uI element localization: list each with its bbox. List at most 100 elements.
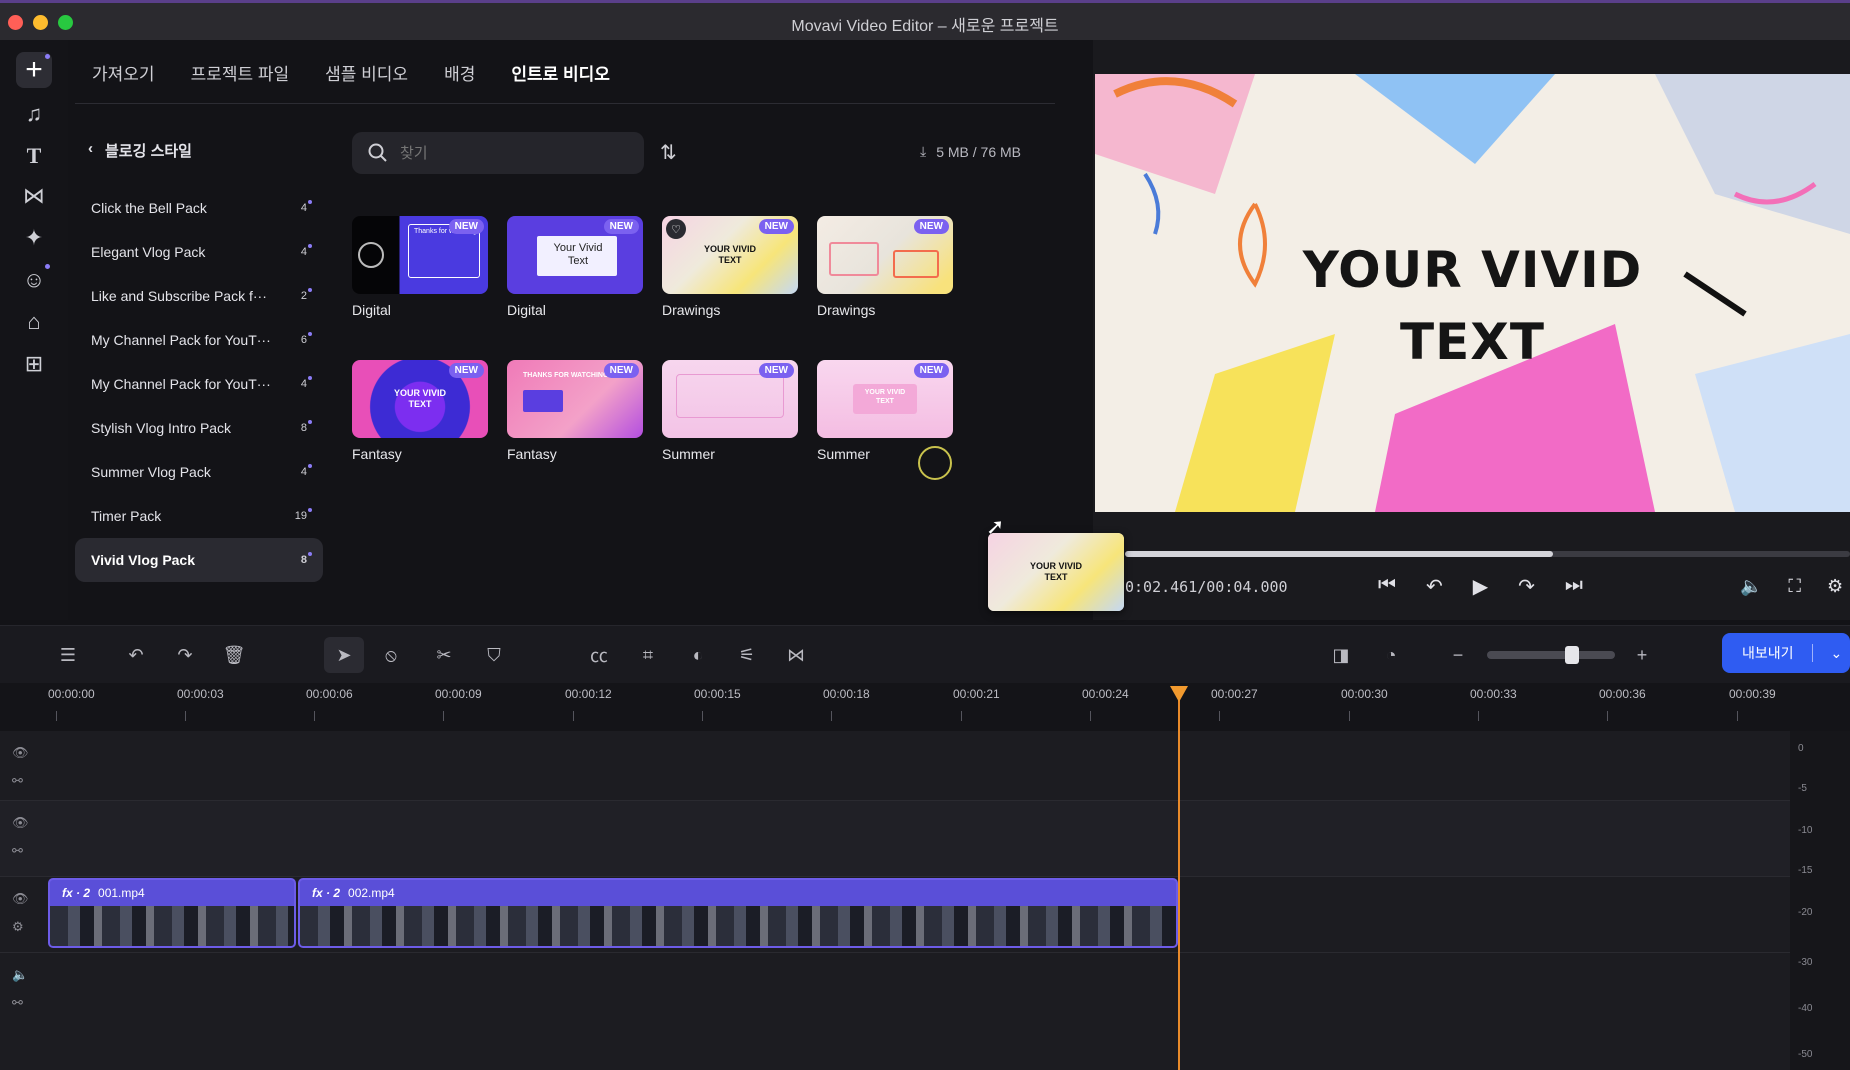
link-icon[interactable]: ⚯ <box>12 773 29 789</box>
intro-thumbnail[interactable]: THANKS FOR WATCHING NEW Fantasy <box>507 360 643 462</box>
speed-icon[interactable]: ◔ <box>1377 641 1405 669</box>
playhead-line[interactable] <box>1178 686 1180 1070</box>
effects-icon[interactable]: ✦ <box>16 220 52 256</box>
music-icon[interactable]: ♫ <box>16 96 52 132</box>
thumb-text: YOUR VIVID TEXT <box>393 388 446 409</box>
tab-import[interactable]: 가져오기 <box>92 60 155 85</box>
volume-icon[interactable]: 🔈 <box>1740 576 1762 597</box>
category-back-button[interactable]: ‹ 블로깅 스타일 <box>88 140 192 161</box>
tab-intro-videos[interactable]: 인트로 비디오 <box>511 60 610 85</box>
zoom-in-icon[interactable]: + <box>1628 641 1656 669</box>
store-icon[interactable]: ⌂ <box>16 304 52 340</box>
category-name: Vivid Vlog Pack <box>91 552 196 568</box>
zoom-slider-handle[interactable] <box>1565 646 1579 664</box>
new-badge: NEW <box>448 219 484 234</box>
zoom-out-icon[interactable]: − <box>1444 641 1472 669</box>
meter-label: -30 <box>1798 957 1813 968</box>
import-plus-icon[interactable]: + <box>16 52 52 88</box>
storage-text: 5 MB / 76 MB <box>936 143 1022 160</box>
select-tool-icon[interactable]: ➤ <box>324 637 364 673</box>
settings-gear-icon[interactable]: ⚙ <box>1827 576 1843 597</box>
timeline-ruler[interactable]: 00:00:00 00:00:03 00:00:06 00:00:09 00:0… <box>0 683 1850 731</box>
skip-start-icon[interactable]: ⏮ <box>1378 574 1396 599</box>
list-item[interactable]: Elegant Vlog Pack 4 <box>75 230 323 274</box>
video-clip[interactable]: fx · 2 001.mp4 <box>48 878 296 948</box>
skip-end-icon[interactable]: ⏭ <box>1565 574 1583 599</box>
tabs-divider <box>75 103 1055 104</box>
preview-title-text: YOUR VIVID TEXT <box>1095 234 1850 378</box>
tab-backgrounds[interactable]: 배경 <box>444 60 475 85</box>
tab-project-files[interactable]: 프로젝트 파일 <box>191 60 290 85</box>
audio-track-row[interactable]: 🔈 ⚯ <box>0 953 1790 1070</box>
meter-label: -20 <box>1798 907 1813 918</box>
undo-icon[interactable]: ↶ <box>122 641 150 669</box>
export-label: 내보내기 <box>1742 645 1794 661</box>
eye-icon[interactable]: 👁 <box>12 745 29 761</box>
eye-icon[interactable]: 👁 <box>12 891 29 907</box>
intro-thumbnail[interactable]: YOUR VIVID TEXT NEW Fantasy <box>352 360 488 462</box>
list-item[interactable]: My Channel Pack for YouT··· 4 <box>75 362 323 406</box>
intro-thumbnail[interactable]: Your Vivid Text NEW Digital <box>507 216 643 318</box>
storage-indicator[interactable]: ⤓ 5 MB / 76 MB <box>920 143 1021 160</box>
intro-thumbnail[interactable]: YOUR VIVID TEXT ♡ NEW Drawings <box>662 216 798 318</box>
settings-icon[interactable]: ⚙ <box>12 919 29 935</box>
speaker-icon[interactable]: 🔈 <box>12 967 28 983</box>
delete-icon[interactable]: 🗑 <box>220 641 248 669</box>
search-input[interactable] <box>400 144 600 162</box>
list-item-selected[interactable]: Vivid Vlog Pack 8 <box>75 538 323 582</box>
chevron-left-icon: ‹ <box>88 140 93 157</box>
color-icon[interactable]: ◐ <box>684 641 712 669</box>
redo-icon[interactable]: ↷ <box>171 641 199 669</box>
category-name: Elegant Vlog Pack <box>91 244 206 260</box>
thumb-label: Digital <box>507 302 546 318</box>
shield-icon[interactable]: ⛉ <box>480 641 508 669</box>
meter-label: -10 <box>1798 825 1813 836</box>
list-item[interactable]: Summer Vlog Pack 4 <box>75 450 323 494</box>
audio-detach-icon[interactable]: ◨ <box>1327 641 1355 669</box>
favorite-heart-icon[interactable]: ♡ <box>666 219 686 239</box>
blade-tool-icon[interactable]: ⦸ <box>377 641 405 669</box>
intro-thumbnail[interactable]: Thanks for watching NEW Digital <box>352 216 488 318</box>
list-item[interactable]: Stylish Vlog Intro Pack 8 <box>75 406 323 450</box>
link-icon[interactable]: ⚯ <box>12 995 28 1011</box>
captions-icon[interactable]: ㏄ <box>585 641 613 669</box>
cut-icon[interactable]: ✂ <box>430 641 458 669</box>
fullscreen-icon[interactable]: ⛶ <box>1788 576 1801 597</box>
chevron-down-icon[interactable]: ⌄ <box>1831 645 1843 662</box>
meter-label: 0 <box>1798 743 1804 754</box>
step-forward-icon[interactable]: ↷ <box>1518 574 1535 599</box>
crop-icon[interactable]: ⌗ <box>634 641 662 669</box>
track-row[interactable]: 👁 ⚯ <box>0 731 1790 801</box>
transitions-icon[interactable]: ⋈ <box>16 178 52 214</box>
adjust-icon[interactable]: ⚟ <box>733 641 761 669</box>
category-name: Like and Subscribe Pack f··· <box>91 288 267 304</box>
more-tools-icon[interactable]: ⊞ <box>16 346 52 382</box>
list-item[interactable]: Click the Bell Pack 4 <box>75 186 323 230</box>
audio-level-meter: 0 -5 -10 -15 -20 -30 -40 -50 <box>1790 731 1850 1070</box>
transition-icon[interactable]: ⋈ <box>782 641 810 669</box>
list-item[interactable]: Like and Subscribe Pack f··· 2 <box>75 274 323 318</box>
new-badge: NEW <box>758 219 794 234</box>
add-track-icon[interactable]: ☰ <box>54 641 82 669</box>
step-back-icon[interactable]: ↶ <box>1426 574 1443 599</box>
sort-icon[interactable]: ⇅ <box>660 140 677 165</box>
preview-progress-bar[interactable] <box>1125 551 1850 557</box>
tab-sample-videos[interactable]: 샘플 비디오 <box>325 60 408 85</box>
list-item[interactable]: My Channel Pack for YouT··· 6 <box>75 318 323 362</box>
zoom-slider[interactable] <box>1487 651 1615 659</box>
stickers-icon[interactable]: ☺ <box>16 262 52 298</box>
eye-icon[interactable]: 👁 <box>12 815 29 831</box>
play-icon[interactable]: ▶ <box>1473 574 1488 599</box>
ruler-tick: 00:00:15 <box>694 687 741 721</box>
track-row[interactable]: 👁 ⚯ <box>0 801 1790 877</box>
playhead-handle[interactable] <box>1170 686 1188 702</box>
list-item[interactable]: Timer Pack 19 <box>75 494 323 538</box>
meter-label: -40 <box>1798 1003 1813 1014</box>
titles-icon[interactable]: T <box>16 138 52 174</box>
intro-thumbnail[interactable]: NEW Summer <box>662 360 798 462</box>
category-count: 6 <box>300 332 313 346</box>
intro-thumbnail[interactable]: NEW Drawings <box>817 216 953 318</box>
video-clip[interactable]: fx · 2 002.mp4 <box>298 878 1178 948</box>
export-button[interactable]: 내보내기 ⌄ <box>1722 633 1850 673</box>
link-icon[interactable]: ⚯ <box>12 843 29 859</box>
